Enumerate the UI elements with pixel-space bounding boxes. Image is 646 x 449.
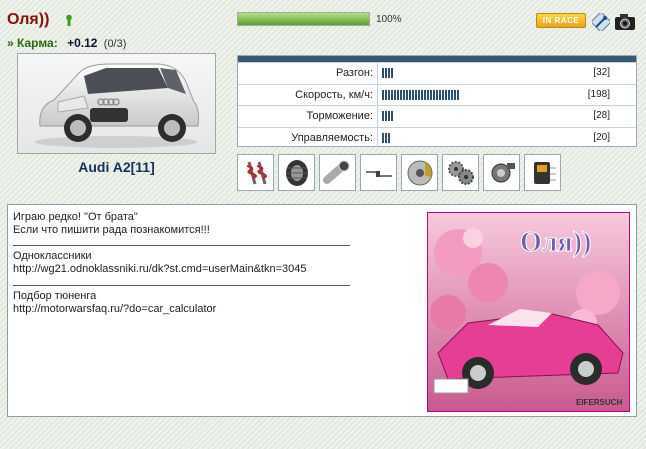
part-brakes[interactable] xyxy=(401,154,438,191)
part-suspension[interactable] xyxy=(237,154,274,191)
link-tuning-calculator[interactable]: http://motorwarsfaq.ru/?do=car_calculato… xyxy=(13,303,216,315)
pink-car-artwork: Оля)) EIFERSUCH xyxy=(428,213,629,411)
in-race-button[interactable]: IN RACE xyxy=(536,13,586,28)
profile-about-box: Играю редко! "От брата" Если что пишити … xyxy=(7,204,637,417)
camera-icon[interactable] xyxy=(614,12,636,32)
separator-line xyxy=(13,245,350,246)
stat-value: [32] xyxy=(593,67,610,78)
karma-label: » Карма: xyxy=(7,36,58,50)
about-line-2: Если что пишити рада познакомится!!! xyxy=(13,224,210,236)
artwork-signature: EIFERSUCH xyxy=(576,398,622,407)
brake-disc-icon xyxy=(407,160,432,185)
progress-percent: 100% xyxy=(376,14,402,25)
stat-value: [28] xyxy=(593,110,610,121)
turbo-icon xyxy=(491,162,515,182)
section-title-odnoklassniki: Одноклассники xyxy=(13,250,92,262)
suspension-icon xyxy=(246,161,267,184)
ecu-chip-icon xyxy=(533,161,556,184)
stat-row-handling: Управляемость: [20] xyxy=(238,126,636,148)
profile-picture[interactable]: Оля)) EIFERSUCH xyxy=(427,212,630,412)
stat-value: [198] xyxy=(587,88,610,100)
tire-icon xyxy=(285,159,308,186)
link-odnoklassniki[interactable]: http://wg21.odnoklassniki.ru/dk?st.cmd=u… xyxy=(13,263,307,275)
part-muffler[interactable] xyxy=(319,154,356,191)
exhaust-muffler-icon xyxy=(322,160,349,184)
stat-bar xyxy=(382,132,390,143)
part-turbo[interactable] xyxy=(483,154,520,191)
stat-row-acceleration: Разгон: [32] xyxy=(238,62,636,84)
stat-row-speed: Скорость, км/ч: [198] xyxy=(238,83,636,105)
karma-line: » Карма: +0.12 (0/3) xyxy=(7,36,126,50)
gears-icon xyxy=(447,160,474,185)
stat-value: [20] xyxy=(593,131,610,143)
car-stats-table: Разгон: [32] Скорость, км/ч: [198] Тормо… xyxy=(237,55,637,148)
online-status-icon xyxy=(66,14,72,26)
experience-progress-bar xyxy=(237,12,370,26)
stat-bar xyxy=(382,89,460,100)
karma-fraction: (0/3) xyxy=(103,38,127,50)
car-image xyxy=(18,54,215,153)
karma-value: +0.12 xyxy=(67,36,98,50)
part-tires[interactable] xyxy=(278,154,315,191)
user-nickname[interactable]: Оля)) xyxy=(7,11,49,29)
installed-parts-row xyxy=(237,154,561,191)
part-ecu[interactable] xyxy=(524,154,561,191)
car-photo[interactable] xyxy=(17,53,216,154)
separator-line xyxy=(13,285,350,286)
stat-row-braking: Торможение: [28] xyxy=(238,105,636,127)
exhaust-pipe-icon xyxy=(365,170,392,177)
stat-bar xyxy=(382,111,394,121)
stat-label: Торможение: xyxy=(238,106,378,127)
stat-label: Скорость, км/ч: xyxy=(238,84,378,105)
about-line-1: Играю редко! "От брата" xyxy=(13,211,138,223)
part-exhaust-pipe[interactable] xyxy=(360,154,397,191)
tuning-tool-icon[interactable] xyxy=(592,13,610,31)
progress-fill xyxy=(238,13,369,25)
car-name[interactable]: Audi A2[11] xyxy=(17,159,216,175)
stat-label: Управляемость: xyxy=(238,127,378,148)
artwork-caption: Оля)) xyxy=(520,227,591,258)
stat-label: Разгон: xyxy=(238,63,378,84)
stat-bar xyxy=(382,68,394,78)
part-gearbox[interactable] xyxy=(442,154,479,191)
section-title-tuning: Подбор тюненга xyxy=(13,290,97,302)
